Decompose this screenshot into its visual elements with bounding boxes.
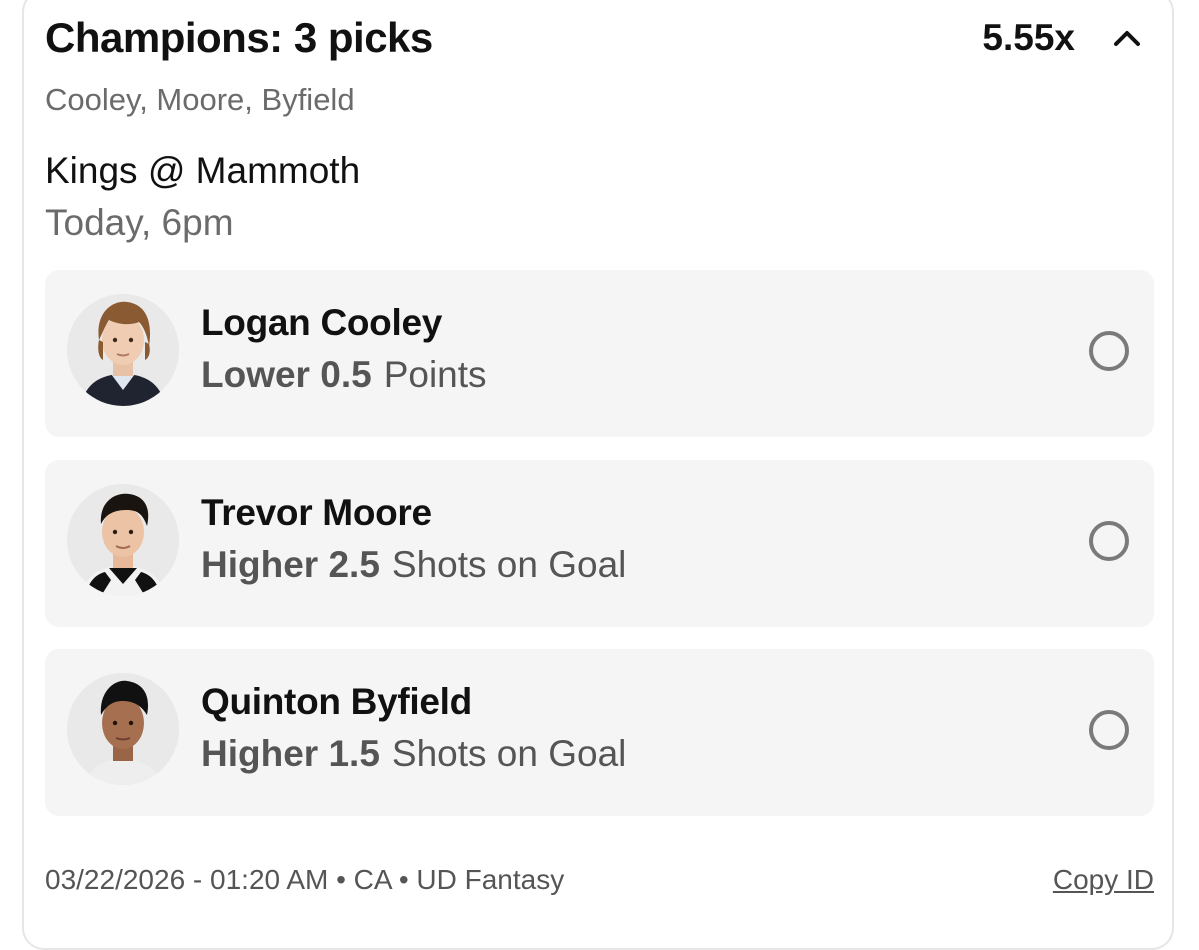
pick-direction-line: Higher 1.5 xyxy=(201,733,380,774)
player-name: Trevor Moore xyxy=(201,492,432,533)
pick-row[interactable]: Trevor Moore Higher 2.5 Shots on Goal xyxy=(45,460,1154,627)
pick-row[interactable]: Quinton Byfield Higher 1.5 Shots on Goal xyxy=(45,649,1154,816)
pending-circle-icon[interactable] xyxy=(1089,331,1129,371)
entry-meta: 03/22/2026 - 01:20 AM • CA • UD Fantasy xyxy=(45,864,565,895)
entry-header[interactable]: Champions: 3 picks 5.55x xyxy=(45,12,1155,64)
pick-direction-line: Higher 2.5 xyxy=(201,544,380,585)
entry-title: Champions: 3 picks xyxy=(45,14,433,61)
pick-row[interactable]: Logan Cooley Lower 0.5 Points xyxy=(45,270,1154,437)
player-name: Quinton Byfield xyxy=(201,681,472,722)
pending-circle-icon[interactable] xyxy=(1089,521,1129,561)
collapse-button[interactable] xyxy=(1107,18,1147,58)
player-avatar xyxy=(67,484,179,596)
pick-line: Lower 0.5 Points xyxy=(201,352,487,398)
pick-line: Higher 1.5 Shots on Goal xyxy=(201,731,626,777)
pick-direction-line: Lower 0.5 xyxy=(201,354,372,395)
payout-multiplier: 5.55x xyxy=(982,17,1075,58)
pick-line: Higher 2.5 Shots on Goal xyxy=(201,542,626,588)
picks-summary: Cooley, Moore, Byfield xyxy=(45,82,355,117)
pick-stat: Points xyxy=(383,354,487,395)
pending-circle-icon[interactable] xyxy=(1089,710,1129,750)
pick-stat: Shots on Goal xyxy=(391,733,627,774)
player-name: Logan Cooley xyxy=(201,302,443,343)
chevron-up-icon xyxy=(1114,31,1140,46)
pick-stat: Shots on Goal xyxy=(391,544,627,585)
copy-id-link[interactable]: Copy ID xyxy=(1053,862,1154,898)
game-matchup: Kings @ Mammoth xyxy=(45,150,361,191)
player-avatar xyxy=(67,294,179,406)
game-time: Today, 6pm xyxy=(45,202,234,243)
player-avatar xyxy=(67,673,179,785)
